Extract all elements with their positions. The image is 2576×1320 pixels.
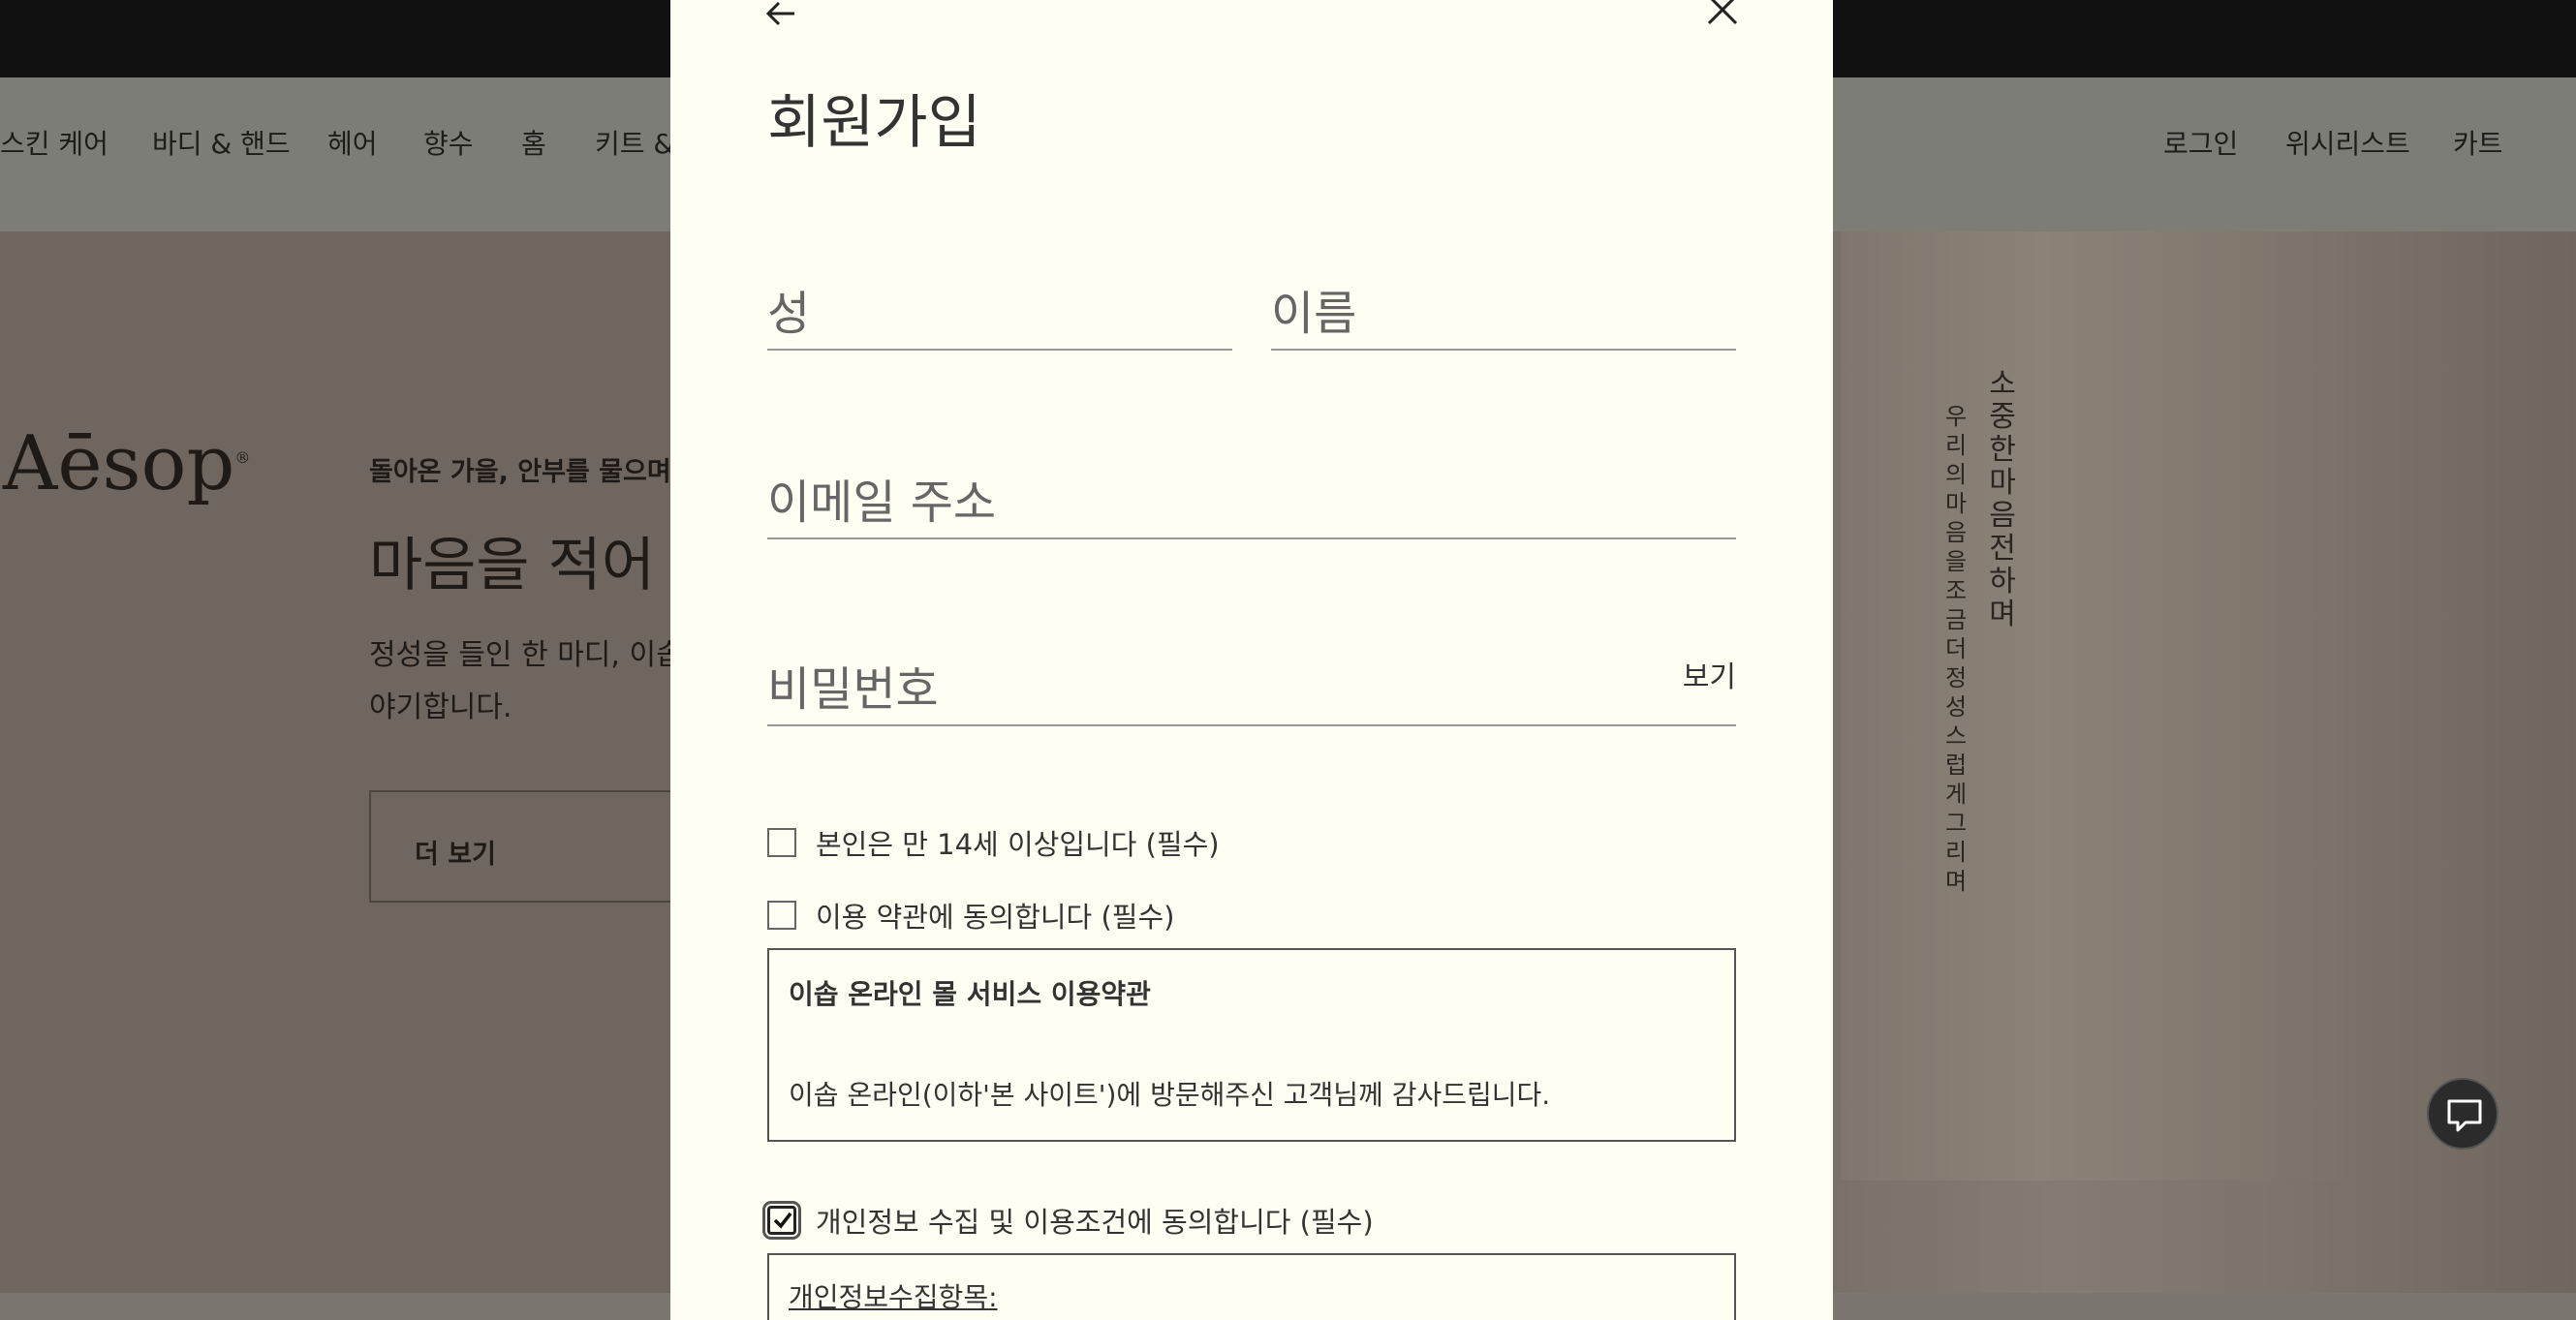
terms-scroll-box[interactable]: 이솝 온라인 몰 서비스 이용약관 이솝 온라인(이하'본 사이트')에 방문해… [767,948,1736,1142]
terms-consent-label: 이용 약관에 동의합니다 (필수) [816,901,1175,934]
nav-item-kits[interactable]: 키트 & [595,131,674,158]
password-input[interactable] [767,662,1620,717]
nav-item-body-hand[interactable]: 바디 & 핸드 [152,131,291,158]
nav-cart[interactable]: 카트 [2453,131,2503,158]
terms-text: 이솝 온라인(이하'본 사이트')에 방문해주신 고객님께 감사드립니다. [789,1079,1551,1111]
signup-modal: 회원가입 보기 본인은 만 14세 이상입니다 (필수) 이용 약관에 동의합니… [670,0,1833,1320]
password-field: 보기 [767,639,1736,726]
back-button[interactable] [763,0,798,35]
age-consent-row[interactable]: 본인은 만 14세 이상입니다 (필수) [767,823,1220,862]
privacy-scroll-box[interactable]: 개인정보수집항목: [767,1253,1736,1320]
nav-item-fragrance[interactable]: 향수 [423,131,474,158]
last-name-input[interactable] [767,287,1232,341]
chat-button[interactable] [2427,1078,2498,1150]
logo-registered-mark: ® [234,448,251,467]
nav-wishlist[interactable]: 위시리스트 [2285,131,2410,158]
check-icon [773,1212,792,1229]
aesop-logo[interactable]: Aēsop® [3,426,250,502]
privacy-consent-row[interactable]: 개인정보 수집 및 이용조건에 동의합니다 (필수) [762,1201,1374,1240]
modal-title: 회원가입 [767,89,981,157]
terms-title: 이솝 온라인 몰 서비스 이용약관 [789,978,1151,1010]
email-input[interactable] [767,476,1736,530]
email-field [767,450,1736,539]
hero-more-label: 더 보기 [415,840,496,870]
first-name-field [1271,261,1736,351]
nav-login[interactable]: 로그인 [2163,131,2238,158]
privacy-items-link[interactable]: 개인정보수집항목: [789,1276,998,1315]
close-button[interactable] [1705,0,1740,31]
terms-consent-row[interactable]: 이용 약관에 동의합니다 (필수) [767,896,1174,935]
terms-checkbox[interactable] [767,901,796,930]
hero-body-line-2: 야기합니다. [369,691,512,724]
arrow-left-icon [765,1,794,26]
logo-text: Aēsop [3,420,235,507]
privacy-checkbox[interactable] [762,1201,801,1240]
chat-icon [2447,1099,2482,1132]
privacy-consent-label: 개인정보 수집 및 이용조건에 동의합니다 (필수) [816,1206,1374,1239]
nav-item-home[interactable]: 홈 [521,131,546,158]
first-name-input[interactable] [1271,287,1736,341]
nav-item-skincare[interactable]: 스킨 케어 [0,131,109,158]
hero-eyebrow: 돌아온 가을, 안부를 물으며 [369,457,671,487]
close-icon [1707,0,1738,25]
privacy-items-link-text: 개인정보수집항목 [789,1281,989,1313]
last-name-field [767,261,1232,351]
privacy-colon: : [988,1281,998,1313]
hero-body-line-1: 정성을 들인 한 마디, 이솝 [369,638,683,672]
calligraphy-text: 소중한 마음 전하며 [1989,367,2016,631]
calligraphy-text-2: 우리의 마음을 조금 더 정성스럽게 그리며 [1944,403,1968,895]
hero-body: 정성을 들인 한 마디, 이솝 야기합니다. [369,629,683,734]
hero-more-button[interactable]: 더 보기 [369,790,698,903]
nav-item-hair[interactable]: 헤어 [327,131,378,158]
age-consent-label: 본인은 만 14세 이상입니다 (필수) [816,828,1220,861]
hero-paper-image [1841,231,2344,1181]
show-password-button[interactable]: 보기 [1683,653,1736,695]
age-checkbox[interactable] [767,828,796,857]
